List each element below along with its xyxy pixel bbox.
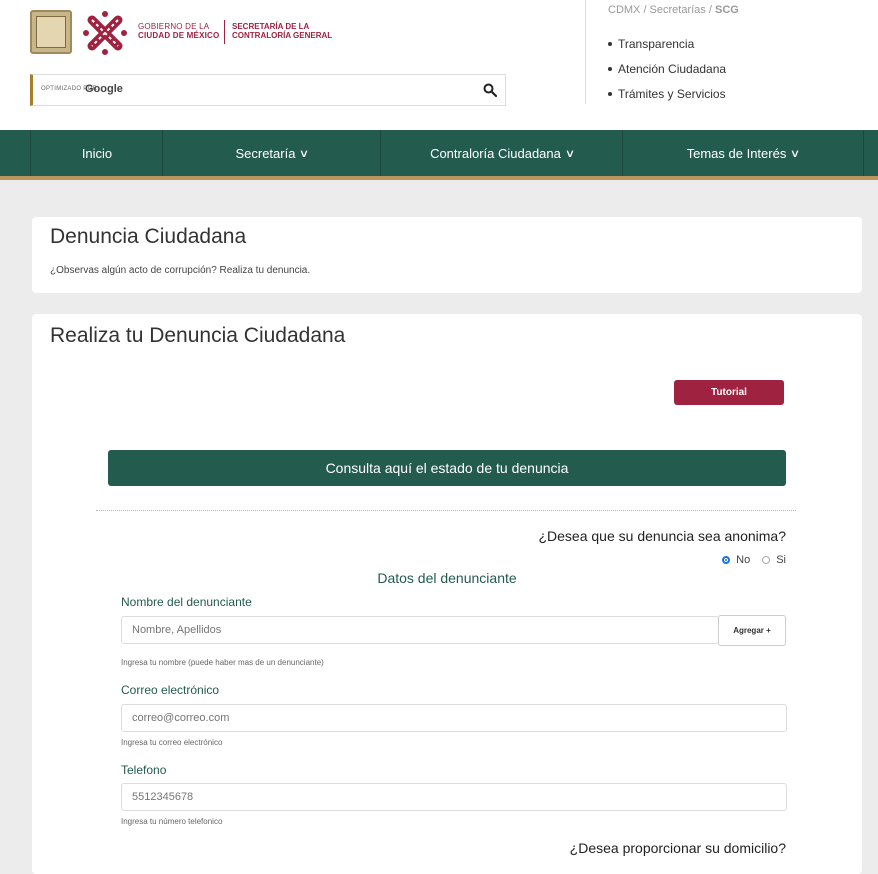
gov-line2: CIUDAD DE MÉXICO: [138, 31, 220, 40]
search-input[interactable]: OPTIMIZADO POR Google: [30, 74, 506, 106]
breadcrumb: CDMX / Secretarías / SCG: [608, 4, 739, 16]
gobierno-cdmx-wordmark: GOBIERNO DE LA CIUDAD DE MÉXICO: [138, 22, 219, 40]
agregar-denunciante-button[interactable]: Agregar +: [718, 615, 786, 646]
header-divider: [585, 0, 586, 104]
nombre-help: Ingresa tu nombre (puede haber mas de un…: [121, 658, 324, 667]
anon-radio-no[interactable]: [722, 556, 731, 564]
anon-radio-si[interactable]: [762, 556, 771, 564]
nav-label: Temas de Interés: [686, 145, 787, 161]
chevron-down-icon: ∨: [564, 147, 576, 160]
page-subtitle: ¿Observas algún acto de corrupción? Real…: [50, 265, 311, 276]
quick-link-label: Atención Ciudadana: [618, 62, 727, 76]
telefono-label: Telefono: [121, 763, 167, 777]
quick-links: Transparencia Atención Ciudadana Trámite…: [606, 36, 726, 111]
secretaria-wordmark: SECRETARÍA DE LA CONTRALORÍA GENERAL: [232, 22, 332, 40]
bullet-icon: [608, 41, 612, 46]
nav-item-temas[interactable]: Temas de Interés ∨: [622, 130, 864, 176]
telefono-help: Ingresa tu número telefonico: [121, 817, 223, 826]
nav-item-secretaria[interactable]: Secretaría ∨: [162, 130, 381, 176]
nav-label: Secretaría: [235, 145, 296, 161]
anon-no-label: No: [736, 554, 751, 566]
secretaria-line1: SECRETARÍA DE LA: [232, 22, 310, 31]
breadcrumb-path[interactable]: CDMX / Secretarías /: [608, 4, 715, 16]
quick-link-transparencia[interactable]: Transparencia: [606, 36, 726, 61]
intro-card: Denuncia Ciudadana ¿Observas algún acto …: [32, 217, 862, 293]
consulta-estado-button[interactable]: Consulta aquí el estado de tu denuncia: [108, 450, 786, 486]
bullet-icon: [608, 91, 612, 96]
chevron-down-icon: ∨: [790, 147, 801, 160]
quick-link-label: Transparencia: [618, 37, 695, 51]
nav-label: Contraloría Ciudadana: [430, 145, 561, 161]
search-button[interactable]: [476, 76, 504, 104]
divider: [96, 510, 796, 511]
nombre-input[interactable]: [121, 616, 719, 644]
tutorial-button[interactable]: Tutorial: [674, 380, 784, 405]
nav-label: Inicio: [81, 145, 113, 161]
form-title: Realiza tu Denuncia Ciudadana: [50, 324, 346, 347]
telefono-input[interactable]: [121, 783, 787, 811]
anon-si-label: Si: [776, 554, 786, 566]
breadcrumb-current[interactable]: SCG: [715, 4, 739, 16]
cdmx-coat-of-arms-icon: [30, 10, 72, 54]
bullet-icon: [608, 66, 612, 71]
correo-help: Ingresa tu correo electrónico: [121, 738, 223, 747]
search-brand: Google: [85, 83, 123, 95]
nav-item-inicio[interactable]: Inicio: [30, 130, 163, 176]
logo-divider: [224, 20, 225, 44]
chevron-down-icon: ∨: [299, 147, 310, 160]
section-title: Datos del denunciante: [377, 570, 517, 586]
quick-link-tramites[interactable]: Trámites y Servicios: [606, 86, 726, 111]
search-icon: [483, 83, 497, 97]
quick-link-label: Trámites y Servicios: [618, 87, 726, 101]
quick-link-atencion[interactable]: Atención Ciudadana: [606, 61, 726, 86]
site-header: GOBIERNO DE LA CIUDAD DE MÉXICO SECRETAR…: [0, 0, 878, 130]
anon-radio-group: No Si: [722, 554, 786, 566]
anon-question: ¿Desea que su denuncia sea anonima?: [538, 528, 786, 544]
form-card: Realiza tu Denuncia Ciudadana Tutorial C…: [32, 314, 862, 874]
correo-label: Correo electrónico: [121, 683, 220, 697]
secretaria-line2: CONTRALORÍA GENERAL: [232, 31, 333, 40]
correo-input[interactable]: [121, 704, 787, 732]
gobierno-cdmx-logo-icon[interactable]: [78, 6, 132, 60]
nombre-label: Nombre del denunciante: [121, 595, 252, 609]
main-nav: Inicio Secretaría ∨ Contraloría Ciudadana…: [0, 130, 878, 180]
domicilio-question: ¿Desea proporcionar su domicilio?: [569, 840, 786, 856]
page-title: Denuncia Ciudadana: [50, 225, 247, 248]
nav-item-contraloria[interactable]: Contraloría Ciudadana ∨: [380, 130, 623, 176]
gov-line1: GOBIERNO DE LA: [138, 22, 210, 31]
